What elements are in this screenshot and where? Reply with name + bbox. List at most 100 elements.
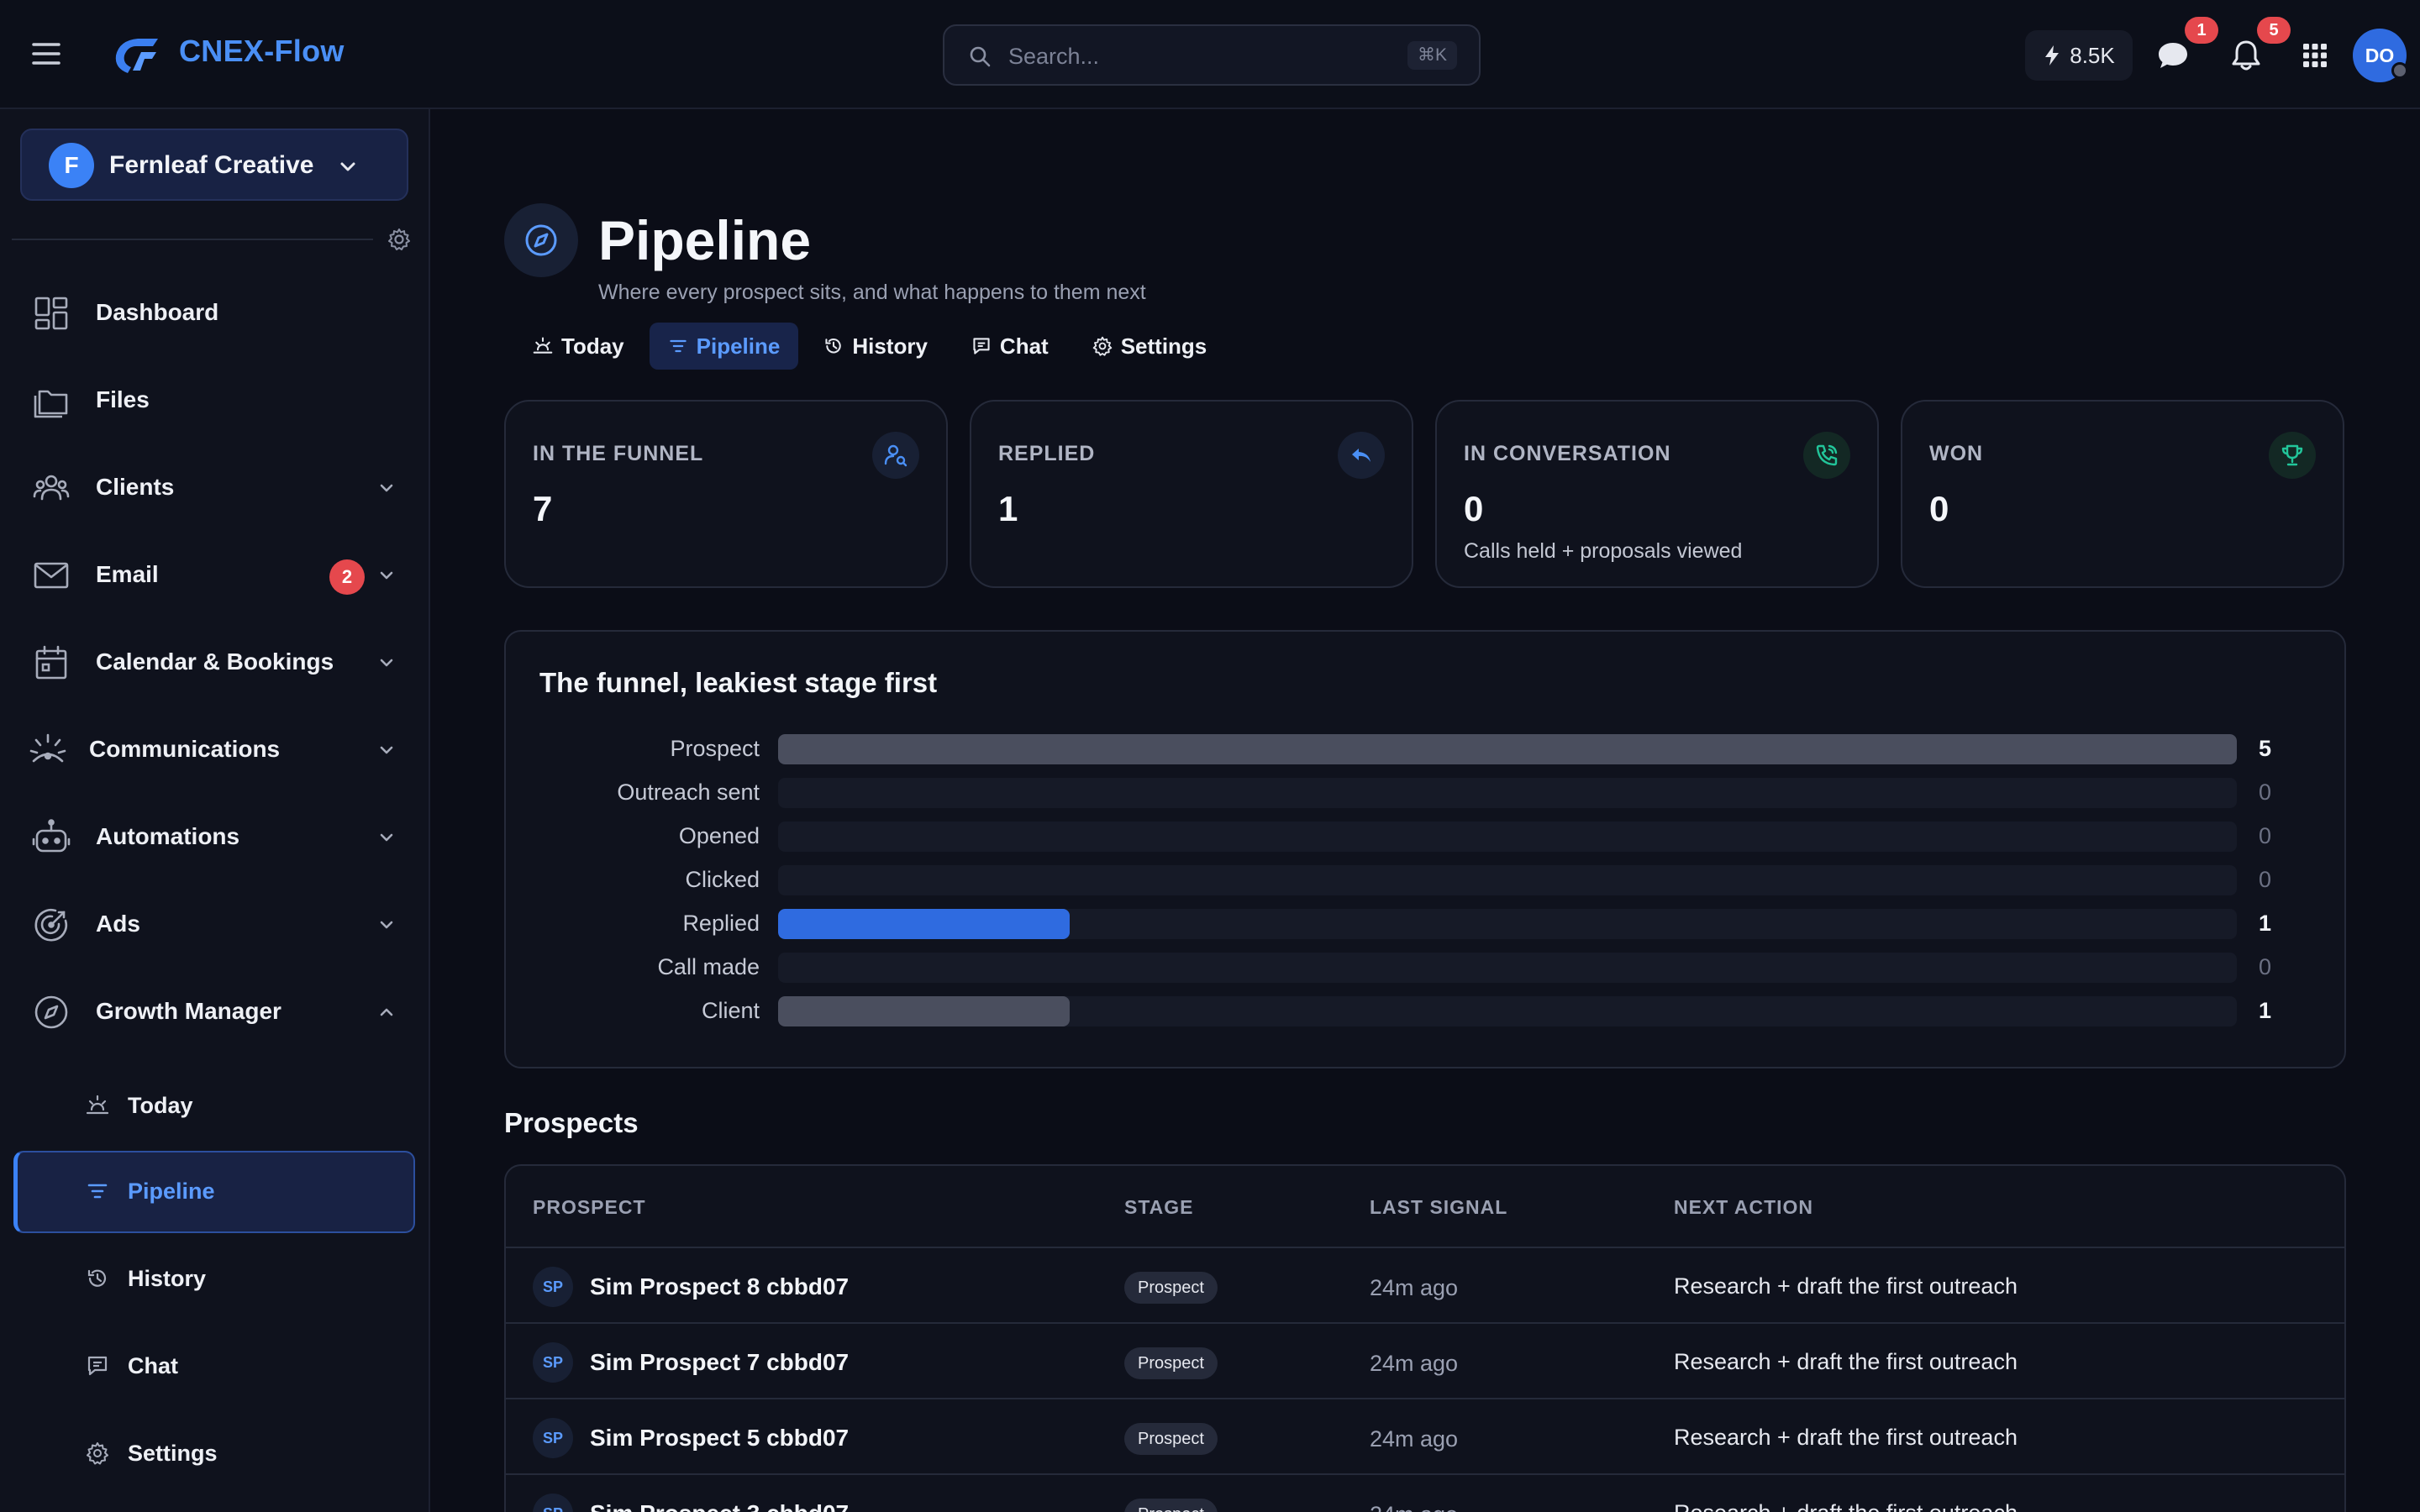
sidebar-item-label: Growth Manager (96, 998, 281, 1024)
funnel-bar-track (778, 822, 2237, 852)
sidebar-item-growth-manager[interactable]: Growth Manager (0, 978, 429, 1045)
column-header-next-action[interactable]: NEXT ACTION (1674, 1196, 1813, 1219)
bell-icon[interactable] (2228, 38, 2264, 73)
sidebar: F Fernleaf Creative Dashboard Files Clie… (0, 109, 430, 1512)
sidebar-item-ads[interactable]: Ads (0, 890, 429, 958)
sidebar-item-clients[interactable]: Clients (0, 454, 429, 521)
prospect-avatar: SP (533, 1267, 573, 1307)
funnel-bar (778, 909, 1071, 939)
sidebar-item-label: Automations (96, 823, 240, 849)
table-row[interactable]: SP Sim Prospect 7 cbbd07 Prospect 24m ago Re… (506, 1324, 2344, 1399)
stat-value: 0 (1464, 489, 1484, 528)
tab-today[interactable]: Today (514, 323, 643, 370)
chat-icon (86, 1354, 109, 1378)
funnel-stage-count: 1 (2259, 911, 2272, 936)
trophy-icon (2269, 432, 2316, 479)
table-row[interactable]: SP Sim Prospect 3 cbbd07 Prospect 24m ago Re… (506, 1475, 2344, 1512)
sidebar-subitem-settings[interactable]: Settings (13, 1413, 415, 1495)
tab-chat[interactable]: Chat (953, 323, 1067, 370)
search-input[interactable] (1008, 38, 1378, 75)
sidebar-subitem-label: Today (128, 1093, 193, 1118)
tab-history[interactable]: History (805, 323, 946, 370)
funnel-bar (778, 734, 2237, 764)
sidebar-item-email[interactable]: Email 2 (0, 541, 429, 608)
table-row[interactable]: SP Sim Prospect 5 cbbd07 Prospect 24m ago Re… (506, 1399, 2344, 1475)
workspace-name: Fernleaf Creative (109, 151, 314, 179)
chat-bubble-icon[interactable] (2155, 38, 2191, 73)
chevron-down-icon (380, 659, 393, 667)
funnel-row: Opened 0 (506, 815, 2344, 858)
next-action: Research + draft the first outreach (1674, 1273, 2018, 1299)
chevron-down-icon (380, 484, 393, 492)
sidebar-item-label: Communications (89, 736, 281, 762)
sidebar-subitem-label: History (128, 1266, 207, 1291)
last-signal: 24m ago (1370, 1502, 1458, 1512)
sidebar-item-label: Clients (96, 474, 175, 500)
robot-icon (32, 818, 71, 857)
funnel-card: The funnel, leakiest stage first Prospec… (504, 630, 2346, 1068)
mail-icon (32, 556, 71, 595)
stat-value: 7 (533, 489, 553, 528)
sidebar-subitem-pipeline[interactable]: Pipeline (13, 1151, 415, 1233)
sunrise-icon (533, 337, 553, 354)
user-avatar[interactable]: DO (2353, 29, 2408, 82)
page-subtitle: Where every prospect sits, and what happ… (598, 281, 1146, 304)
sidebar-subitem-chat[interactable]: Chat (13, 1326, 415, 1408)
funnel-bar (778, 996, 1071, 1026)
apps-grid-icon[interactable] (2297, 38, 2333, 73)
history-icon (825, 339, 842, 354)
next-action: Research + draft the first outreach (1674, 1500, 2018, 1512)
user-search-icon (872, 432, 919, 479)
search-icon (968, 45, 992, 68)
sidebar-item-files[interactable]: Files (0, 366, 429, 433)
history-icon (86, 1267, 109, 1290)
funnel-bar-track (778, 996, 2237, 1026)
funnel-stage-count: 0 (2259, 823, 2272, 848)
tab-pipeline[interactable]: Pipeline (649, 323, 799, 370)
sidebar-item-communications[interactable]: Communications (0, 716, 429, 783)
credits-button[interactable]: 8.5K (2025, 30, 2133, 81)
tab-label: History (852, 333, 928, 359)
stat-label: REPLIED (998, 442, 1096, 465)
gear-icon (1092, 336, 1112, 356)
folder-icon (32, 381, 71, 420)
prospect-avatar: SP (533, 1418, 573, 1458)
workspace-switcher[interactable]: F Fernleaf Creative (20, 129, 408, 201)
funnel-stage-count: 0 (2259, 867, 2272, 892)
stat-value: 0 (1929, 489, 1949, 528)
presence-indicator (2391, 62, 2408, 79)
table-row[interactable]: SP Sim Prospect 8 cbbd07 Prospect 24m ago Re… (506, 1248, 2344, 1324)
prospect-name[interactable]: Sim Prospect 7 cbbd07 (590, 1349, 849, 1376)
top-bar: CNEX-Flow ⌘K 8.5K 1 5 DO (0, 0, 2420, 109)
app-name[interactable]: CNEX-Flow (179, 34, 345, 69)
sidebar-item-label: Dashboard (96, 299, 219, 325)
chevron-down-icon (380, 746, 393, 754)
column-header-last-signal[interactable]: LAST SIGNAL (1370, 1196, 1507, 1219)
sidebar-settings-icon[interactable] (387, 227, 412, 252)
prospect-name[interactable]: Sim Prospect 8 cbbd07 (590, 1273, 849, 1300)
chevron-down-icon (380, 833, 393, 842)
stage-badge: Prospect (1124, 1499, 1218, 1512)
sidebar-item-calendar-bookings[interactable]: Calendar & Bookings (0, 628, 429, 696)
sidebar-item-automations[interactable]: Automations (0, 803, 429, 870)
funnel-stage-count: 5 (2259, 736, 2272, 761)
funnel-bar-track (778, 909, 2237, 939)
sidebar-subitem-history[interactable]: History (13, 1238, 415, 1320)
column-header-stage[interactable]: STAGE (1124, 1196, 1194, 1219)
column-header-prospect[interactable]: PROSPECT (533, 1196, 646, 1219)
sidebar-subitem-today[interactable]: Today (13, 1065, 415, 1147)
filter-icon (669, 339, 687, 353)
funnel-row: Replied 1 (506, 902, 2344, 946)
prospect-name[interactable]: Sim Prospect 3 cbbd07 (590, 1500, 849, 1512)
funnel-stage-label: Client (701, 998, 760, 1023)
next-action: Research + draft the first outreach (1674, 1425, 2018, 1450)
user-initials: DO (2365, 44, 2395, 66)
search-bar[interactable]: ⌘K (943, 24, 1481, 86)
stat-label: IN THE FUNNEL (533, 442, 704, 465)
tab-settings[interactable]: Settings (1074, 323, 1226, 370)
sidebar-item-label: Calendar & Bookings (96, 648, 334, 675)
prospect-name[interactable]: Sim Prospect 5 cbbd07 (590, 1425, 849, 1452)
sidebar-subitem-label: Pipeline (128, 1179, 215, 1204)
menu-icon[interactable] (30, 38, 67, 71)
sidebar-item-dashboard[interactable]: Dashboard (0, 279, 429, 346)
